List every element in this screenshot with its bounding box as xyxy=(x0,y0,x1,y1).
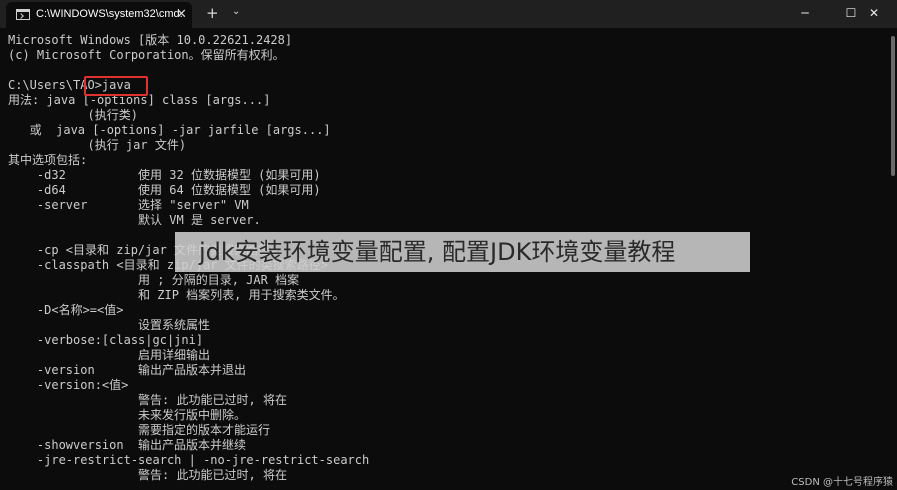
terminal-icon xyxy=(16,9,30,20)
caption-text: jdk安装环境变量配置, 配置JDK环境变量教程 xyxy=(199,238,676,266)
watermark: CSDN @十七号程序猿 xyxy=(791,477,893,488)
tab-close-icon[interactable]: ✕ xyxy=(176,6,187,24)
terminal-line: 启用详细输出 xyxy=(8,348,211,362)
terminal-line: Microsoft Windows [版本 10.0.22621.2428] xyxy=(8,33,293,47)
tab-cmd[interactable]: C:\WINDOWS\system32\cmd. ✕ xyxy=(6,2,192,28)
terminal-line: 和 ZIP 档案列表, 用于搜索类文件。 xyxy=(8,288,345,302)
terminal-line: -d32 使用 32 位数据模型 (如果可用) xyxy=(8,168,321,182)
terminal-line: -jre-restrict-search | -no-jre-restrict-… xyxy=(8,453,370,467)
highlight-box xyxy=(84,76,148,96)
terminal-line: 其中选项包括: xyxy=(8,153,88,167)
terminal-line: 需要指定的版本才能运行 xyxy=(8,423,271,437)
close-button[interactable]: ✕ xyxy=(851,0,897,28)
chevron-down-icon[interactable]: ⌄ xyxy=(232,6,240,17)
terminal-line: (c) Microsoft Corporation。保留所有权利。 xyxy=(8,48,285,62)
terminal-line: -showversion 输出产品版本并继续 xyxy=(8,438,247,452)
tab-title: C:\WINDOWS\system32\cmd. xyxy=(36,8,183,20)
terminal-window: C:\WINDOWS\system32\cmd. ✕ + ⌄ ─ ☐ ✕ Mic… xyxy=(0,0,897,490)
terminal-line: -D<名称>=<值> xyxy=(8,303,124,317)
terminal-line: 设置系统属性 xyxy=(8,318,211,332)
terminal-line: -d64 使用 64 位数据模型 (如果可用) xyxy=(8,183,321,197)
terminal-line: 或 java [-options] -jar jarfile [args...] xyxy=(8,123,331,137)
terminal-line: 用 ; 分隔的目录, JAR 档案 xyxy=(8,273,300,287)
minimize-button[interactable]: ─ xyxy=(782,0,828,28)
terminal-line: -server 选择 "server" VM xyxy=(8,198,249,212)
title-bar: C:\WINDOWS\system32\cmd. ✕ + ⌄ ─ ☐ ✕ xyxy=(0,0,897,28)
terminal-line: 未来发行版中删除。 xyxy=(8,408,247,422)
terminal-line: -verbose:[class|gc|jni] xyxy=(8,333,204,347)
new-tab-button[interactable]: + xyxy=(206,3,219,23)
scrollbar[interactable] xyxy=(891,36,895,176)
terminal-line: (执行类) xyxy=(8,108,138,122)
terminal-line: -version 输出产品版本并退出 xyxy=(8,363,247,377)
terminal-line: 警告: 此功能已过时, 将在 xyxy=(8,393,287,407)
terminal-line: (执行 jar 文件) xyxy=(8,138,187,152)
terminal-line: 默认 VM 是 server. xyxy=(8,213,261,227)
terminal-line: -version:<值> xyxy=(8,378,129,392)
terminal-line: 警告: 此功能已过时, 将在 xyxy=(8,468,287,482)
